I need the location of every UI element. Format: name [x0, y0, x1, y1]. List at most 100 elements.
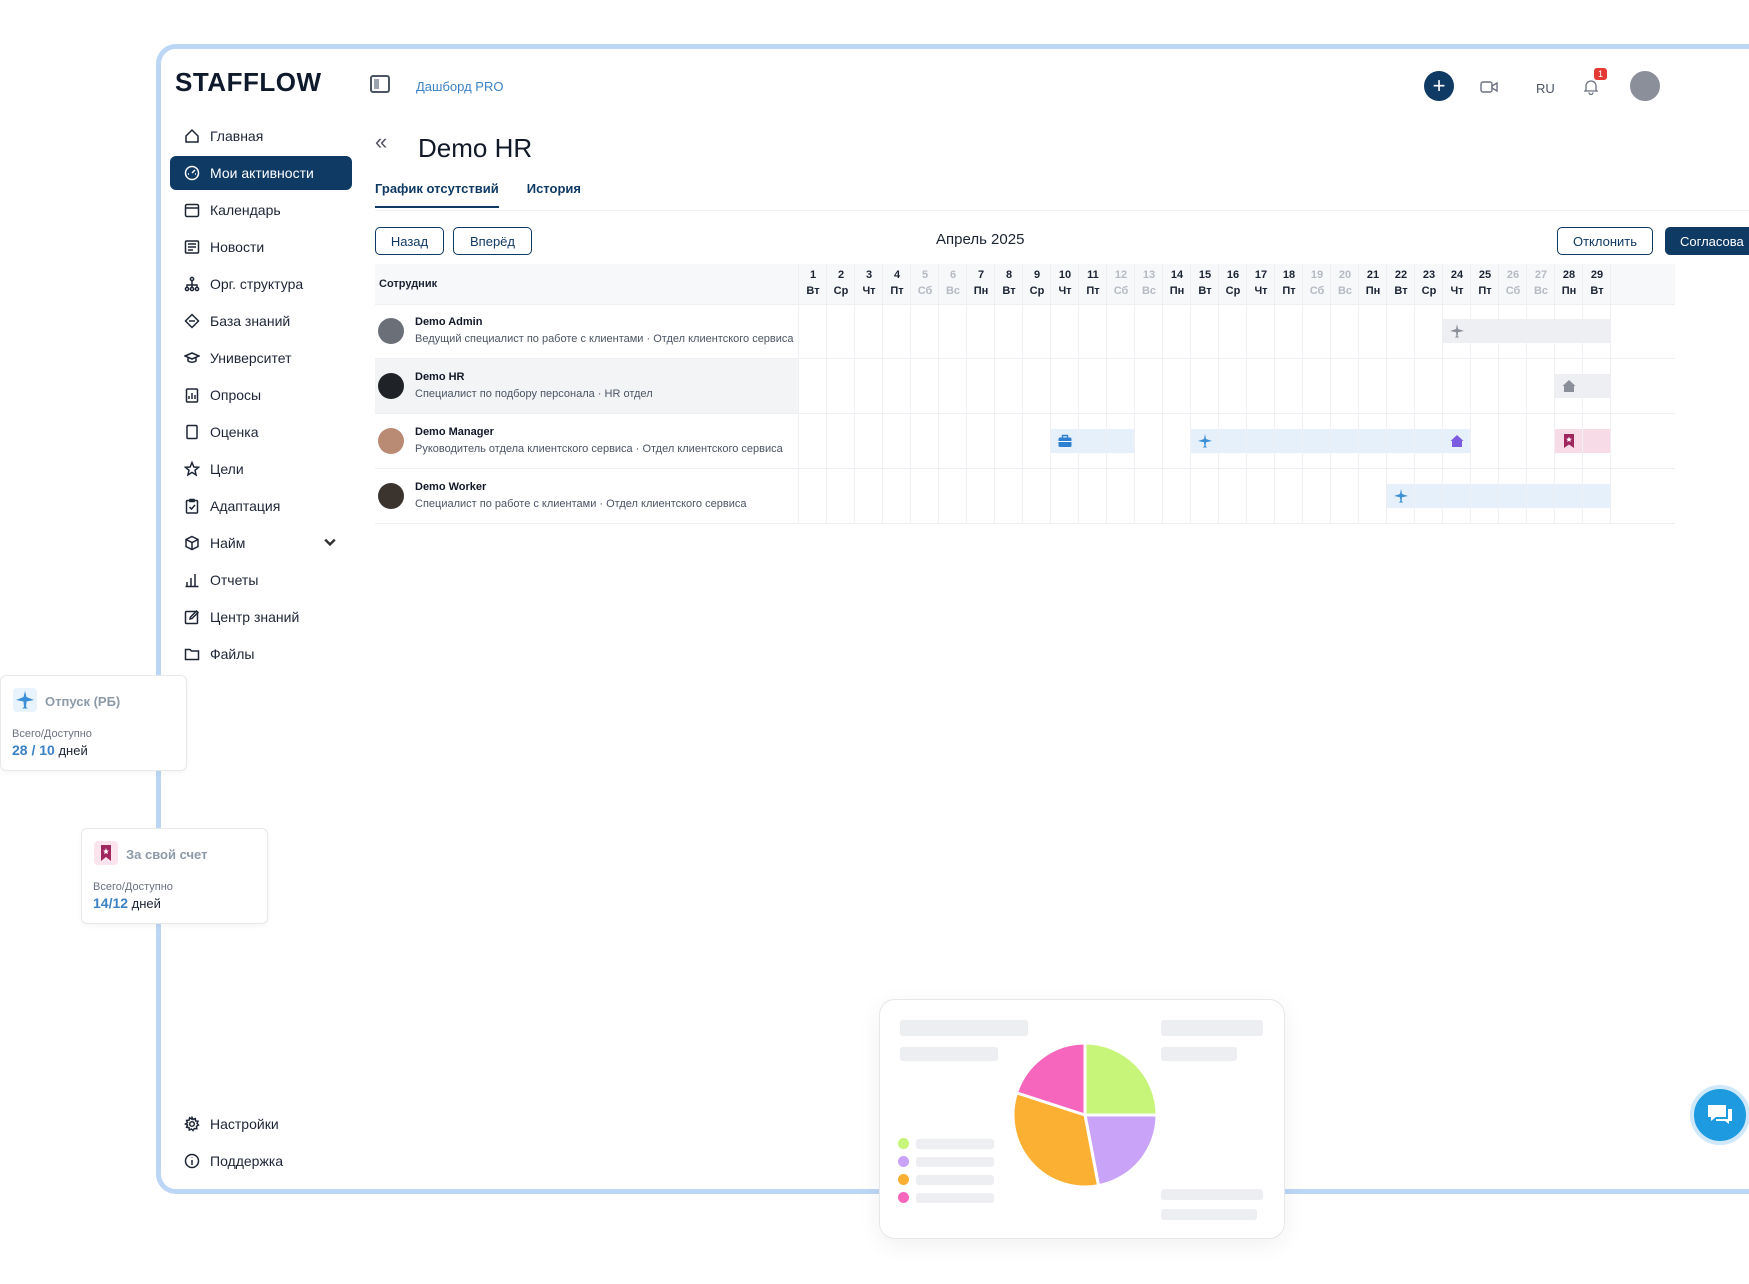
sidebar-item-news[interactable]: Новости	[170, 230, 352, 264]
breadcrumb[interactable]: Дашборд PRO	[416, 79, 503, 94]
employee-name[interactable]: Demo Admin	[415, 316, 482, 328]
video-call-icon[interactable]	[1480, 81, 1498, 93]
day-weekday: Вт	[806, 285, 820, 297]
day-number: 23	[1422, 269, 1436, 281]
grid-line	[1526, 264, 1527, 524]
employee-name[interactable]: Demo Worker	[415, 481, 486, 493]
sidebar-item-home[interactable]: Главная	[170, 119, 352, 153]
sidebar-item-label: Отчеты	[210, 572, 259, 588]
day-number: 14	[1170, 269, 1184, 281]
grid-line	[798, 264, 799, 524]
sidebar-item-label: Опросы	[210, 387, 262, 403]
day-number: 5	[921, 269, 929, 281]
day-header: 13 Вс	[1135, 269, 1163, 297]
day-weekday: Пт	[1086, 285, 1100, 297]
sidebar-item-info[interactable]: Поддержка	[170, 1144, 352, 1178]
notification-badge: 1	[1594, 68, 1608, 80]
employee-avatar[interactable]	[378, 428, 404, 454]
home-icon[interactable]	[1561, 378, 1577, 394]
pie-slice	[1083, 1041, 1159, 1117]
day-weekday: Ср	[1421, 285, 1437, 297]
assessment-icon	[184, 424, 200, 440]
collapse-back-icon[interactable]: «	[375, 129, 387, 155]
sidebar-item-assessment[interactable]: Оценка	[170, 415, 352, 449]
sidebar-item-folder[interactable]: Файлы	[170, 637, 352, 671]
chat-button[interactable]	[1690, 1085, 1749, 1145]
next-button[interactable]: Вперёд	[453, 227, 532, 255]
grid-line	[938, 264, 939, 524]
grid-line	[1582, 264, 1583, 524]
airplane-icon	[13, 688, 37, 712]
bookmark-icon[interactable]	[1561, 433, 1577, 449]
employee-avatar[interactable]	[378, 483, 404, 509]
employee-position: Руководитель отдела клиентского сервиса …	[415, 443, 783, 455]
grid-line	[1246, 264, 1247, 524]
language-switch[interactable]: RU	[1536, 81, 1555, 96]
legend-dot	[898, 1138, 909, 1149]
day-weekday: Сб	[917, 285, 933, 297]
add-button[interactable]: +	[1424, 71, 1454, 101]
gauge-icon	[184, 165, 200, 181]
home-icon[interactable]	[1449, 433, 1465, 449]
sidebar-item-bar-chart[interactable]: Отчеты	[170, 563, 352, 597]
employee-avatar[interactable]	[378, 318, 404, 344]
day-number: 4	[893, 269, 901, 281]
day-header: 22 Вт	[1387, 269, 1415, 297]
skeleton-line	[1161, 1209, 1257, 1220]
sidebar-item-label: Новости	[210, 239, 265, 255]
employee-position: Специалист по работе с клиентами · Отдел…	[415, 498, 747, 510]
day-number: 21	[1366, 269, 1380, 281]
reject-button[interactable]: Отклонить	[1557, 227, 1653, 255]
sidebar-item-cube[interactable]: Найм	[170, 526, 352, 560]
employee-row[interactable]: Demo Manager Руководитель отдела клиентс…	[375, 414, 1675, 469]
sidebar-item-graduation-cap[interactable]: Университет	[170, 341, 352, 375]
prev-button[interactable]: Назад	[375, 227, 444, 255]
day-number: 28	[1562, 269, 1576, 281]
user-avatar[interactable]	[1628, 69, 1662, 103]
survey-icon	[184, 387, 200, 403]
briefcase-icon[interactable]	[1057, 433, 1073, 449]
chevron-down-icon	[322, 534, 338, 553]
airplane-icon[interactable]	[1393, 488, 1409, 504]
airplane-icon[interactable]	[1197, 433, 1213, 449]
sidebar-item-org-structure[interactable]: Орг. структура	[170, 267, 352, 301]
grid-line	[1218, 264, 1219, 524]
sidebar-item-survey[interactable]: Опросы	[170, 378, 352, 412]
sidebar-item-calendar[interactable]: Календарь	[170, 193, 352, 227]
employee-position: Специалист по подбору персонала · HR отд…	[415, 388, 653, 400]
employee-row[interactable]: Demo Admin Ведущий специалист по работе …	[375, 304, 1675, 359]
day-weekday: Вс	[1533, 285, 1549, 297]
employee-name[interactable]: Demo HR	[415, 371, 465, 383]
day-weekday: Сб	[1309, 285, 1325, 297]
sidebar-item-edit[interactable]: Центр знаний	[170, 600, 352, 634]
sidebar-item-star[interactable]: Цели	[170, 452, 352, 486]
employee-avatar[interactable]	[378, 373, 404, 399]
grid-line	[910, 264, 911, 524]
day-weekday: Пн	[1561, 285, 1577, 297]
bell-icon[interactable]	[1584, 79, 1598, 95]
day-number: 6	[949, 269, 957, 281]
sidebar-item-knowledge-base[interactable]: База знаний	[170, 304, 352, 338]
day-header: 27 Вс	[1527, 269, 1555, 297]
bookmark-icon	[94, 841, 118, 865]
employee-row[interactable]: Demo HR Специалист по подбору персонала …	[375, 359, 1675, 414]
sidebar-item-gauge[interactable]: Мои активности	[170, 156, 352, 190]
employee-row[interactable]: Demo Worker Специалист по работе с клиен…	[375, 469, 1675, 524]
day-weekday: Чт	[1058, 285, 1072, 297]
approve-button[interactable]: Согласова	[1665, 227, 1749, 255]
sidebar-nav: Главная Мои активности Календарь Новости…	[170, 119, 352, 674]
day-weekday: Пн	[1169, 285, 1185, 297]
legend-dot	[898, 1174, 909, 1185]
sidebar-item-label: Календарь	[210, 202, 281, 218]
sidebar-toggle-icon[interactable]	[370, 75, 390, 93]
grid-line	[1358, 264, 1359, 524]
tab-absence-schedule[interactable]: График отсутствий	[375, 181, 499, 208]
sidebar-item-gear[interactable]: Настройки	[170, 1107, 352, 1141]
grid-line	[1022, 264, 1023, 524]
employee-name[interactable]: Demo Manager	[415, 426, 494, 438]
employee-cell: Demo Admin Ведущий специалист по работе …	[375, 304, 799, 358]
sidebar-item-clipboard-check[interactable]: Адаптация	[170, 489, 352, 523]
tab-history[interactable]: История	[527, 181, 581, 208]
airplane-icon[interactable]	[1449, 323, 1465, 339]
skeleton-line	[900, 1047, 998, 1061]
